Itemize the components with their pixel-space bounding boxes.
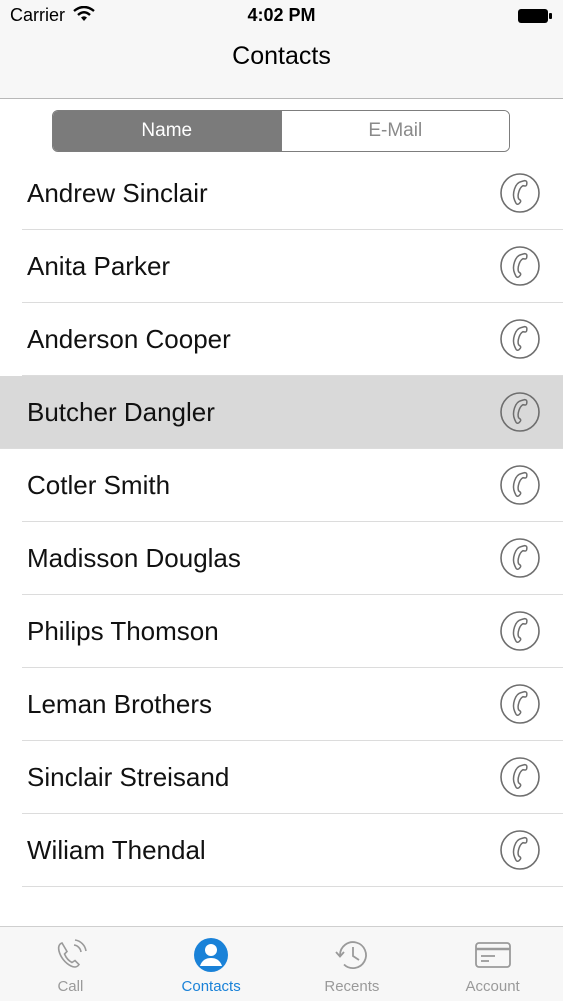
contact-row[interactable]: Wiliam Thendal xyxy=(22,814,563,887)
contact-name: Anderson Cooper xyxy=(27,324,231,354)
contact-name: Wiliam Thendal xyxy=(27,835,206,865)
contact-name: Andrew Sinclair xyxy=(27,178,208,208)
call-icon[interactable] xyxy=(499,391,541,433)
battery-icon xyxy=(518,9,552,23)
contact-name: Leman Brothers xyxy=(27,689,212,719)
contact-name: Cotler Smith xyxy=(27,470,171,500)
call-icon[interactable] xyxy=(499,245,541,287)
segment-name[interactable]: Name xyxy=(53,111,281,151)
contact-row[interactable]: Cotler Smith xyxy=(22,449,563,522)
call-icon[interactable] xyxy=(499,464,541,506)
contact-list: Andrew Sinclair Anita Parker Anderson Coop… xyxy=(0,157,563,887)
status-bar: Carrier 4:02 PM xyxy=(0,0,563,34)
contact-row[interactable]: Leman Brothers xyxy=(22,668,563,741)
tab-label: Contacts xyxy=(181,978,241,995)
phone-icon xyxy=(58,939,88,968)
call-icon[interactable] xyxy=(499,172,541,214)
call-icon[interactable] xyxy=(499,537,541,579)
call-icon[interactable] xyxy=(499,756,541,798)
contact-name: Philips Thomson xyxy=(27,616,219,646)
contact-name: Anita Parker xyxy=(27,251,171,281)
sort-segmented-control: Name E-Mail xyxy=(52,110,510,152)
page-title: Contacts xyxy=(232,42,331,70)
contact-name: Butcher Dangler xyxy=(27,397,215,427)
contact-row[interactable]: Anita Parker xyxy=(22,230,563,303)
call-icon[interactable] xyxy=(499,318,541,360)
tab-recents[interactable]: Recents xyxy=(282,927,423,1001)
contact-row[interactable]: Sinclair Streisand xyxy=(22,741,563,814)
tab-label: Recents xyxy=(324,978,380,995)
contact-name: Madisson Douglas xyxy=(27,543,241,573)
navigation-bar: Contacts xyxy=(0,34,563,99)
segment-email[interactable]: E-Mail xyxy=(280,111,509,151)
status-time: 4:02 PM xyxy=(247,5,316,25)
card-icon xyxy=(474,942,511,968)
contact-row[interactable]: Butcher Dangler xyxy=(0,376,563,449)
clock-history-icon xyxy=(335,941,367,969)
tab-account[interactable]: Account xyxy=(422,927,563,1001)
contact-name: Sinclair Streisand xyxy=(27,762,230,792)
call-icon[interactable] xyxy=(499,683,541,725)
call-icon[interactable] xyxy=(499,610,541,652)
tab-contacts[interactable]: Contacts xyxy=(141,927,282,1001)
contact-row[interactable]: Madisson Douglas xyxy=(22,522,563,595)
tab-call[interactable]: Call xyxy=(0,927,141,1001)
tab-label: Call xyxy=(57,978,84,995)
call-icon[interactable] xyxy=(499,829,541,871)
tab-label: Account xyxy=(465,978,520,995)
contact-row[interactable]: Andrew Sinclair xyxy=(22,157,563,230)
person-icon xyxy=(194,938,229,972)
contact-row[interactable]: Anderson Cooper xyxy=(22,303,563,376)
contact-row[interactable]: Philips Thomson xyxy=(22,595,563,668)
tab-bar: Call Contacts Recents Account xyxy=(0,926,563,1001)
